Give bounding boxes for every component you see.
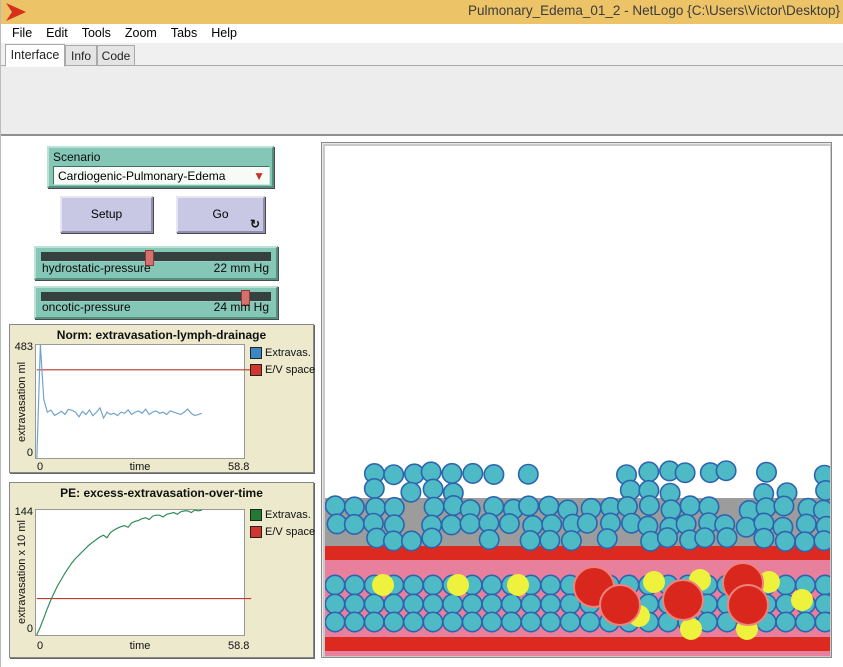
oncotic-pressure-slider: oncotic-pressure 24 mm Hg	[34, 286, 278, 319]
setup-button[interactable]: Setup	[60, 196, 153, 233]
y-axis-label: extravasation ml	[16, 344, 28, 459]
legend-item: Extravas.	[250, 509, 315, 521]
interface-canvas: Scenario Cardiogenic-Pulmonary-Edema ▼ S…	[1, 136, 843, 667]
world-canvas	[325, 146, 830, 656]
menu-bar: File Edit Tools Zoom Tabs Help	[1, 24, 843, 43]
legend-item: E/V space	[250, 364, 315, 376]
slider-value: 24 mm Hg	[214, 300, 269, 314]
slider-value: 22 mm Hg	[214, 261, 269, 275]
plot-canvas	[35, 509, 245, 636]
legend-item: E/V space	[250, 526, 315, 538]
chooser-label: Scenario	[53, 150, 268, 164]
x-axis-label: time	[35, 461, 245, 473]
dropdown-arrow-icon: ▼	[253, 169, 265, 183]
menu-zoom[interactable]: Zoom	[118, 24, 164, 43]
x-axis-max: 58.8	[228, 640, 249, 652]
tab-code[interactable]: Code	[97, 45, 135, 66]
legend-swatch-ev-space	[250, 526, 262, 538]
plot-norm-extravasation: Norm: extravasation-lymph-drainage 483 0…	[9, 324, 314, 473]
tab-bar: Interface Info Code	[1, 43, 843, 66]
title-bar: Pulmonary_Edema_01_2 - NetLogo {C:\Users…	[1, 0, 843, 24]
menu-help[interactable]: Help	[204, 24, 244, 43]
menu-tools[interactable]: Tools	[75, 24, 118, 43]
netlogo-window: Pulmonary_Edema_01_2 - NetLogo {C:\Users…	[0, 0, 843, 667]
legend-swatch-ev-space	[250, 364, 262, 376]
hydrostatic-pressure-slider: hydrostatic-pressure 22 mm Hg	[34, 246, 278, 280]
x-axis-label: time	[35, 640, 245, 652]
chooser-dropdown[interactable]: Cardiogenic-Pulmonary-Edema ▼	[53, 166, 270, 185]
menu-tabs[interactable]: Tabs	[164, 24, 204, 43]
plot-pe-excess-extravasation: PE: excess-extravasation-over-time 144 0…	[9, 482, 314, 658]
plot-canvas	[35, 344, 245, 459]
netlogo-arrow-icon	[5, 3, 27, 21]
go-label: Go	[212, 207, 228, 221]
world-view[interactable]	[321, 142, 832, 658]
scenario-chooser: Scenario Cardiogenic-Pulmonary-Edema ▼	[47, 146, 274, 188]
legend-label: Extravas.	[265, 509, 311, 521]
legend-label: E/V space	[265, 526, 315, 538]
x-axis-max: 58.8	[228, 461, 249, 473]
slider-name: hydrostatic-pressure	[42, 261, 151, 275]
y-axis-label: extravasation x 10 ml	[16, 509, 28, 636]
legend-swatch-extravas	[250, 509, 262, 521]
menu-edit[interactable]: Edit	[39, 24, 75, 43]
legend-label: E/V space	[265, 364, 315, 376]
menu-file[interactable]: File	[5, 24, 39, 43]
go-button[interactable]: Go ↻	[176, 196, 265, 233]
legend-item: Extravas.	[250, 347, 315, 359]
plot-legend: Extravas. E/V space	[250, 347, 315, 381]
forever-loop-icon: ↻	[250, 218, 260, 230]
legend-swatch-extravas	[250, 347, 262, 359]
window-title: Pulmonary_Edema_01_2 - NetLogo {C:\Users…	[468, 3, 840, 18]
plot-title: PE: excess-extravasation-over-time	[10, 486, 313, 500]
plot-legend: Extravas. E/V space	[250, 509, 315, 543]
slider-name: oncotic-pressure	[42, 300, 131, 314]
legend-label: Extravas.	[265, 347, 311, 359]
chooser-value: Cardiogenic-Pulmonary-Edema	[58, 169, 253, 183]
tab-interface[interactable]: Interface	[5, 44, 65, 67]
plot-title: Norm: extravasation-lymph-drainage	[10, 328, 313, 342]
toolbar: Edit Delete + Add abc Button ▾ normal sp…	[1, 66, 843, 136]
tab-info[interactable]: Info	[65, 45, 97, 66]
